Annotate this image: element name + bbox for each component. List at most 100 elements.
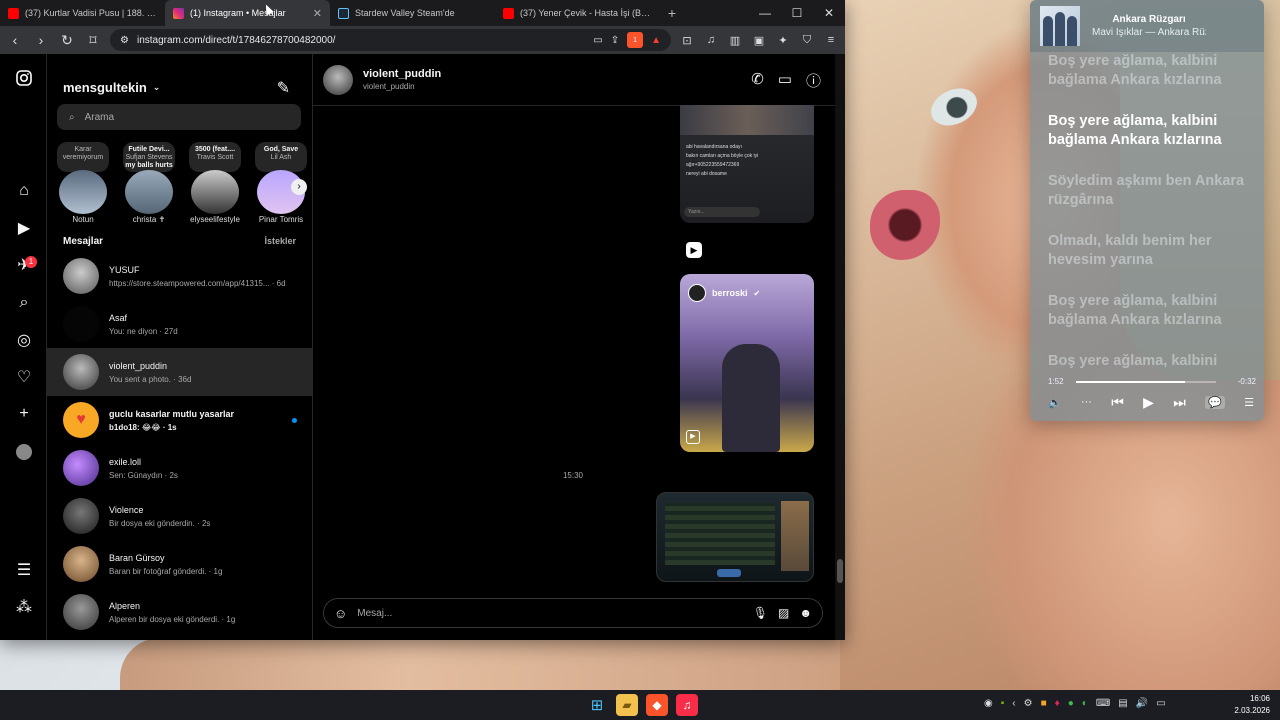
share-icon[interactable]: ⇪ bbox=[611, 35, 619, 46]
image-icon[interactable]: ▨ bbox=[778, 606, 789, 620]
next-track-button[interactable]: ⏭ bbox=[1173, 394, 1186, 411]
menu-icon[interactable]: ≡ bbox=[823, 32, 839, 48]
reel-play-icon[interactable]: ▶ bbox=[686, 242, 702, 258]
network-icon[interactable]: ▤ bbox=[1118, 698, 1127, 709]
vpn-icon[interactable]: ⛉ bbox=[799, 32, 815, 48]
conversation-item-selected[interactable]: violent_puddin You sent a photo. · 36d bbox=[47, 348, 312, 396]
settings-tray-icon[interactable]: ⚙ bbox=[1024, 698, 1033, 709]
reload-button[interactable]: ↻ bbox=[58, 26, 76, 54]
queue-list-icon[interactable]: ☰ bbox=[1244, 396, 1254, 409]
tab-youtube-kurtlar[interactable]: (37) Kurtlar Vadisi Pusu | 188. Bölüm bbox=[0, 0, 165, 26]
lyric-line[interactable]: Boş yere ağlama, kalbini bağlama Ankara … bbox=[1048, 292, 1258, 330]
instagram-logo-icon[interactable] bbox=[14, 68, 34, 88]
game-tray-icon[interactable]: ● bbox=[1068, 698, 1074, 709]
sync-tray-icon[interactable]: ◐ bbox=[1082, 698, 1088, 709]
lyric-line-current[interactable]: Boş yere ağlama, kalbini bağlama Ankara … bbox=[1048, 112, 1258, 150]
close-tab-icon[interactable]: ✕ bbox=[313, 7, 322, 20]
conversation-item[interactable]: Baran Gürsoy Baran bir fotoğraf gönderdi.… bbox=[47, 540, 312, 588]
cast-icon[interactable]: ▭ bbox=[593, 35, 602, 46]
profile-avatar[interactable] bbox=[14, 442, 34, 462]
account-switcher[interactable]: mensgultekin ⌄ bbox=[63, 80, 160, 95]
conversation-item[interactable]: YUSUF https://store.steampowered.com/app/… bbox=[47, 252, 312, 300]
progress-bar[interactable] bbox=[1076, 381, 1216, 383]
message-input[interactable]: Mesaj... bbox=[357, 608, 392, 619]
minimize-button[interactable]: — bbox=[749, 0, 781, 26]
lyric-line[interactable]: Boş yere ağlama, kalbini bbox=[1048, 352, 1258, 371]
back-button[interactable]: ‹ bbox=[6, 26, 24, 54]
app-tray-icon[interactable]: ■ bbox=[1041, 698, 1047, 709]
chevron-left-icon[interactable]: ‹ bbox=[1012, 698, 1015, 709]
requests-link[interactable]: İstekler bbox=[264, 236, 296, 246]
create-icon[interactable]: + bbox=[14, 404, 34, 424]
wallet-icon[interactable]: ▣ bbox=[751, 32, 767, 48]
apple-music-icon[interactable]: ♫ bbox=[676, 694, 698, 716]
music-extension-icon[interactable]: ♫ bbox=[703, 32, 719, 48]
brave-shields-icon[interactable]: 1 bbox=[627, 32, 644, 48]
info-icon[interactable]: ⓘ bbox=[806, 70, 821, 91]
volume-tray-icon[interactable]: 🔊 bbox=[1136, 698, 1148, 709]
battery-icon[interactable]: ▭ bbox=[1156, 698, 1165, 709]
nvidia-tray-icon[interactable]: ▪ bbox=[1001, 698, 1005, 709]
previous-track-button[interactable]: ⏮ bbox=[1111, 394, 1124, 411]
search-icon[interactable]: ⌕ bbox=[14, 293, 34, 313]
video-call-icon[interactable]: ▭ bbox=[778, 70, 792, 91]
notifications-heart-icon[interactable]: ♡ bbox=[14, 367, 34, 387]
bookmark-icon[interactable]: ⌑ bbox=[84, 26, 102, 54]
reader-mode-icon[interactable]: ⊡ bbox=[679, 32, 695, 48]
windows-start-icon[interactable]: ⊞ bbox=[586, 694, 608, 716]
leo-ai-icon[interactable]: ✦ bbox=[775, 32, 791, 48]
conversation-item[interactable]: ♥ guclu kasarlar mutlu yasarlar b1do18: 😂… bbox=[47, 396, 312, 444]
taskbar-clock[interactable]: 16:06 2.03.2026 bbox=[1234, 693, 1270, 717]
brave-browser-icon[interactable]: ◆ bbox=[646, 694, 668, 716]
search-icon: ⌕ bbox=[69, 111, 75, 123]
new-message-icon[interactable]: ✎ bbox=[277, 78, 290, 98]
tab-youtube-yener[interactable]: (37) Yener Çevik - Hasta İşi (Ben Büdü bbox=[495, 0, 660, 26]
notes-next-button[interactable]: › bbox=[291, 179, 307, 195]
play-button[interactable]: ▶ bbox=[1143, 394, 1154, 411]
sticker-icon[interactable]: ☻ bbox=[799, 606, 812, 620]
explore-icon[interactable]: ◎ bbox=[14, 330, 34, 350]
close-window-button[interactable]: ✕ bbox=[813, 0, 845, 26]
address-bar[interactable]: ⚙ instagram.com/direct/t/178462787004820… bbox=[110, 29, 671, 51]
conversation-item[interactable]: exile.loll Sen: Günaydın · 2s bbox=[47, 444, 312, 492]
shield-tray-icon[interactable]: ♦ bbox=[1055, 698, 1060, 709]
tab-instagram[interactable]: (1) Instagram • Mesajlar ✕ bbox=[165, 0, 330, 26]
phone-call-icon[interactable]: ✆ bbox=[751, 70, 764, 91]
chat-contact-name[interactable]: violent_puddin bbox=[363, 68, 441, 80]
forward-button[interactable]: › bbox=[32, 26, 50, 54]
sidebar-icon[interactable]: ▥ bbox=[727, 32, 743, 48]
reels-icon[interactable]: ▶ bbox=[14, 218, 34, 238]
avatar[interactable] bbox=[323, 64, 353, 95]
emoji-icon[interactable]: ☺ bbox=[334, 606, 347, 621]
more-options-icon[interactable]: ··· bbox=[1081, 396, 1092, 408]
shared-reel-thumbnail[interactable]: berroski ✔ ▶ bbox=[680, 274, 814, 452]
message-composer[interactable]: ☺ Mesaj... 🎙 ▨ ☻ bbox=[323, 598, 823, 628]
volume-icon[interactable]: 🔈 bbox=[1048, 396, 1062, 409]
brave-rewards-icon[interactable]: ▲ bbox=[651, 35, 661, 46]
meta-apps-icon[interactable]: ⁂ bbox=[14, 597, 34, 617]
microphone-icon[interactable]: 🎙 bbox=[753, 606, 768, 620]
conversation-item[interactable]: Violence Bir dosya eki gönderdin. · 2s bbox=[47, 492, 312, 540]
lyric-line[interactable]: Olmadı, kaldı benim her hevesim yarına bbox=[1048, 232, 1258, 270]
lyric-line[interactable]: Söyledim aşkımı ben Ankara rüzgârına bbox=[1048, 172, 1258, 210]
shared-screenshot-image[interactable]: abi havalandırsana odayı bakın camları a… bbox=[680, 105, 814, 223]
site-info-icon[interactable]: ⚙ bbox=[120, 35, 129, 46]
album-art[interactable] bbox=[1040, 6, 1080, 46]
conversation-item[interactable]: Asaf You: ne diyon · 27d bbox=[47, 300, 312, 348]
lyric-line[interactable]: Boş yere ağlama, kalbini bağlama Ankara … bbox=[1048, 52, 1258, 90]
search-input[interactable]: ⌕ Arama bbox=[57, 104, 301, 130]
chat-scrollbar[interactable] bbox=[835, 54, 845, 640]
steam-tray-icon[interactable]: ◉ bbox=[984, 698, 993, 709]
file-explorer-icon[interactable]: ▰ bbox=[616, 694, 638, 716]
conversation-item[interactable]: Alperen Alperen bir dosya eki gönderdi. ·… bbox=[47, 588, 312, 636]
home-icon[interactable]: ⌂ bbox=[14, 181, 34, 201]
more-menu-icon[interactable]: ☰ bbox=[14, 560, 34, 580]
lyrics-toggle-icon[interactable]: 💬 bbox=[1205, 395, 1225, 409]
maximize-button[interactable]: ☐ bbox=[781, 0, 813, 26]
scrollbar-thumb[interactable] bbox=[837, 559, 843, 583]
tab-steam[interactable]: Stardew Valley Steam'de bbox=[330, 0, 495, 26]
shared-game-screenshot[interactable] bbox=[656, 492, 814, 582]
new-tab-button[interactable]: + bbox=[660, 5, 684, 21]
language-icon[interactable]: ⌨ bbox=[1096, 698, 1110, 709]
conversation-name: Alperen bbox=[109, 600, 141, 611]
